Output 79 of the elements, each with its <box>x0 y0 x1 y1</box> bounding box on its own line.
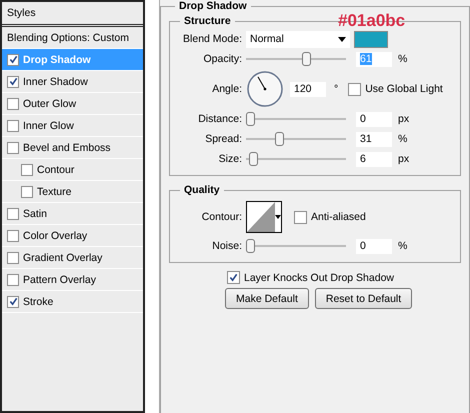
style-label: Bevel and Emboss <box>23 142 111 154</box>
style-label: Pattern Overlay <box>23 274 96 286</box>
unit-label: % <box>398 53 408 65</box>
style-item[interactable]: Satin <box>2 203 143 225</box>
value-field[interactable]: 0 <box>356 112 392 126</box>
contour-curve-icon <box>247 202 275 232</box>
style-item[interactable]: Contour <box>2 159 143 181</box>
slider-thumb[interactable] <box>248 152 258 166</box>
checkbox[interactable] <box>7 274 19 286</box>
unit-label: px <box>398 113 410 125</box>
checkbox[interactable] <box>21 164 33 176</box>
section-title: Structure <box>183 15 232 27</box>
style-item[interactable]: Pattern Overlay <box>2 269 143 291</box>
style-item[interactable]: Color Overlay <box>2 225 143 247</box>
styles-title: Styles <box>7 7 36 19</box>
checkbox[interactable] <box>7 76 19 88</box>
angle-field[interactable]: 120 <box>290 82 326 96</box>
style-label: Outer Glow <box>23 98 76 110</box>
field-label: Angle: <box>211 83 242 95</box>
style-label: Texture <box>37 186 72 198</box>
style-item[interactable]: Gradient Overlay <box>2 247 143 269</box>
field-label: Opacity: <box>202 53 242 65</box>
style-label: Contour <box>37 164 74 176</box>
checkbox[interactable] <box>348 82 362 96</box>
checkbox[interactable] <box>227 271 240 284</box>
checkbox[interactable] <box>21 186 33 198</box>
slider-thumb[interactable] <box>302 52 312 66</box>
slider-thumb[interactable] <box>246 112 255 126</box>
checkbox[interactable] <box>7 296 19 308</box>
value-field[interactable]: 6 <box>356 152 392 166</box>
value-field[interactable]: 31 <box>356 132 392 146</box>
checkbox[interactable] <box>7 230 19 242</box>
style-label: Drop Shadow <box>23 54 91 66</box>
section-title: Drop Shadow <box>178 0 248 12</box>
checkbox-label: Layer Knocks Out Drop Shadow <box>244 272 394 284</box>
contour-picker[interactable] <box>246 201 282 233</box>
checkbox[interactable] <box>294 210 307 224</box>
checkbox[interactable] <box>7 98 19 110</box>
style-item[interactable]: Bevel and Emboss <box>2 137 143 159</box>
color-swatch[interactable] <box>354 30 388 48</box>
unit-label: ° <box>334 83 338 95</box>
angle-dial[interactable] <box>246 70 284 108</box>
style-label: Color Overlay <box>23 230 88 242</box>
slider-thumb[interactable] <box>246 239 255 253</box>
unit-label: % <box>398 240 408 252</box>
field-label: Blend Mode: <box>182 33 242 45</box>
style-item[interactable]: Stroke <box>2 291 143 313</box>
checkbox[interactable] <box>7 252 19 264</box>
dialog-button[interactable]: Make Default <box>225 288 309 309</box>
checkbox[interactable] <box>7 208 19 220</box>
checkbox[interactable] <box>7 54 19 66</box>
style-label: Inner Shadow <box>23 76 88 88</box>
style-label: Inner Glow <box>23 120 74 132</box>
style-label: Stroke <box>23 296 54 308</box>
field-label: Distance: <box>197 113 242 125</box>
checkbox-label: Anti-aliased <box>311 211 366 223</box>
field-label: Size: <box>218 153 242 165</box>
dialog-button[interactable]: Reset to Default <box>314 288 412 309</box>
style-item[interactable]: Inner Glow <box>2 115 143 137</box>
checkbox[interactable] <box>7 120 19 132</box>
unit-label: px <box>398 153 410 165</box>
style-item[interactable]: Inner Shadow <box>2 71 143 93</box>
field-label: Spread: <box>204 133 242 145</box>
field-label: Contour: <box>200 211 242 223</box>
style-item[interactable]: Texture <box>2 181 143 203</box>
blend-mode-dropdown[interactable]: Normal <box>246 30 350 48</box>
style-label: Satin <box>23 208 47 220</box>
color-annotation: #01a0bc <box>338 12 406 29</box>
caret-icon <box>338 36 346 42</box>
unit-label: % <box>398 133 408 145</box>
caret-icon <box>275 215 281 219</box>
checkbox[interactable] <box>7 142 19 154</box>
value-field[interactable]: 0 <box>356 238 392 254</box>
style-item[interactable]: Outer Glow <box>2 93 143 115</box>
checkbox-label: Use Global Light <box>365 83 443 95</box>
field-label: Noise: <box>211 240 242 252</box>
style-label: Gradient Overlay <box>23 252 102 264</box>
slider-thumb[interactable] <box>274 132 284 146</box>
section-title: Quality <box>183 184 221 196</box>
